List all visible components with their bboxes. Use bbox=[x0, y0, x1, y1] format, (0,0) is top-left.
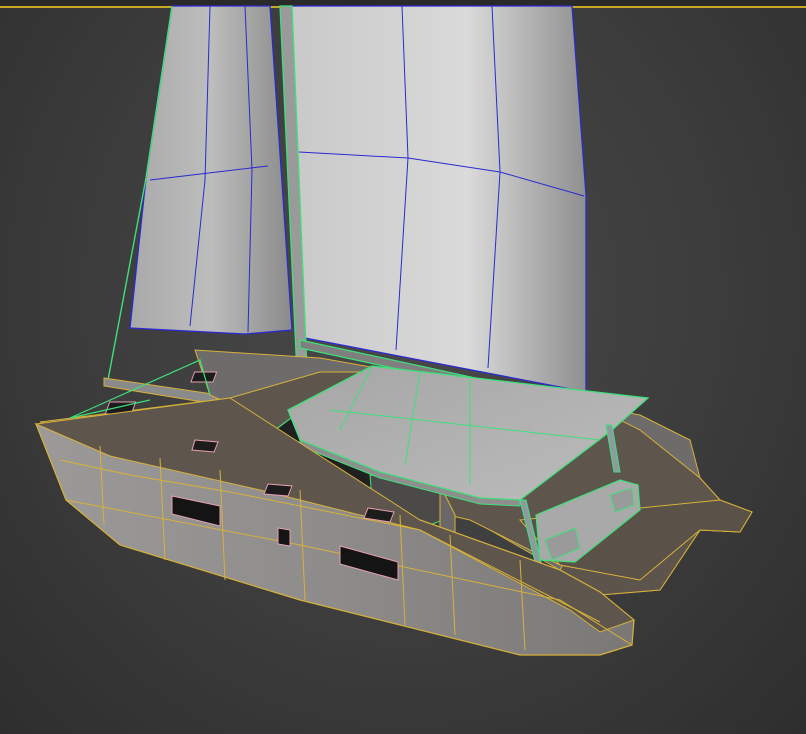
main-sail[interactable] bbox=[289, 5, 587, 393]
jib-sail[interactable] bbox=[107, 5, 293, 381]
3d-viewport[interactable] bbox=[0, 0, 806, 734]
scene-render[interactable] bbox=[0, 0, 806, 734]
hull-window-2 bbox=[277, 527, 291, 547]
